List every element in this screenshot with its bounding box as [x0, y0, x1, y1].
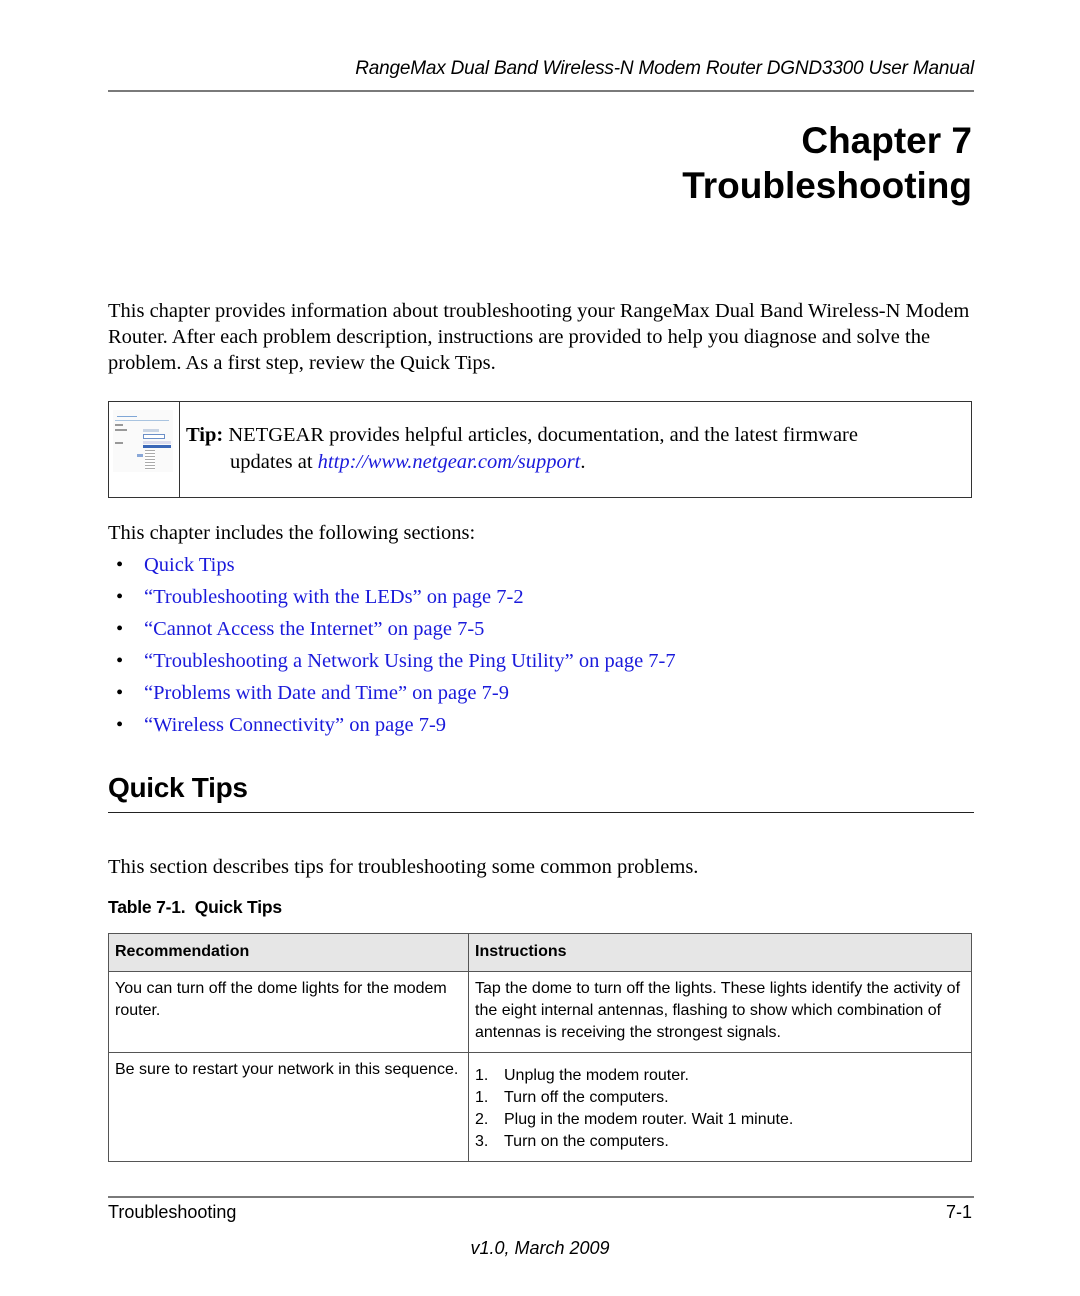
section-heading-quick-tips: Quick Tips	[108, 772, 248, 803]
screenshot-thumbnail-icon	[113, 410, 173, 472]
step-number: 1.	[475, 1089, 489, 1106]
section-link-quick-tips[interactable]: Quick Tips	[144, 552, 235, 584]
header-divider	[108, 90, 974, 92]
section-link-item: • “Troubleshooting with the LEDs” on page…	[108, 584, 676, 616]
support-link[interactable]: http://www.netgear.com/support	[318, 451, 581, 473]
section-link-internet[interactable]: “Cannot Access the Internet” on page 7-5	[144, 616, 484, 648]
step-number: 3.	[475, 1133, 489, 1150]
section-link-date-time[interactable]: “Problems with Date and Time” on page 7-…	[144, 680, 509, 712]
restart-steps-list: 1. Unplug the modem router. 1. Turn off th…	[475, 1065, 965, 1153]
step-item: 1. Unplug the modem router.	[475, 1065, 965, 1087]
tip-text: Tip: NETGEAR provides helpful articles, …	[180, 402, 858, 497]
chapter-number: Chapter 7	[801, 120, 972, 161]
instructions-cell: Tap the dome to turn off the lights. The…	[468, 971, 972, 1053]
section-description: This section describes tips for troubles…	[108, 856, 699, 878]
section-link-ping[interactable]: “Troubleshooting a Network Using the Pin…	[144, 648, 676, 680]
tip-label: Tip:	[186, 424, 224, 446]
column-header-recommendation: Recommendation	[108, 933, 469, 972]
section-link-item: • “Troubleshooting a Network Using the Pi…	[108, 648, 676, 680]
sections-intro: This chapter includes the following sect…	[108, 522, 476, 544]
recommendation-cell: Be sure to restart your network in this …	[108, 1052, 469, 1162]
column-header-instructions: Instructions	[468, 933, 972, 972]
step-text: Plug in the modem router. Wait 1 minute.	[504, 1111, 794, 1128]
footer-section-name: Troubleshooting	[108, 1202, 237, 1222]
quick-tips-table: Recommendation Instructions You can turn…	[108, 933, 972, 1162]
section-link-item: • Quick Tips	[108, 552, 676, 584]
table-row: Be sure to restart your network in this …	[108, 1052, 972, 1162]
step-number: 1.	[475, 1067, 489, 1084]
bullet-icon: •	[116, 714, 124, 736]
step-text: Turn off the computers.	[504, 1089, 669, 1106]
chapter-name: Troubleshooting	[682, 165, 972, 206]
table-row: You can turn off the dome lights for the…	[108, 971, 972, 1053]
section-link-wireless[interactable]: “Wireless Connectivity” on page 7-9	[144, 712, 446, 744]
bullet-icon: •	[116, 586, 124, 608]
tip-callout: Tip: NETGEAR provides helpful articles, …	[108, 401, 972, 498]
step-item: 3. Turn on the computers.	[475, 1131, 965, 1153]
bullet-icon: •	[116, 650, 124, 672]
bullet-icon: •	[116, 554, 124, 576]
footer-version: v1.0, March 2009	[470, 1238, 610, 1258]
instructions-cell: 1. Unplug the modem router. 1. Turn off th…	[468, 1052, 972, 1162]
tip-body: NETGEAR provides helpful articles, docum…	[223, 424, 858, 446]
section-links-list: • Quick Tips • “Troubleshooting with the L…	[108, 552, 676, 744]
footer-page-number: 7-1	[945, 1202, 972, 1222]
tip-line2-prefix: updates at	[230, 451, 318, 473]
bullet-icon: •	[116, 618, 124, 640]
step-item: 2. Plug in the modem router. Wait 1 minut…	[475, 1109, 965, 1131]
table-caption: Table 7-1. Quick Tips	[108, 897, 282, 917]
footer-divider	[108, 1196, 974, 1198]
step-text: Turn on the computers.	[504, 1133, 669, 1150]
step-item: 1. Turn off the computers.	[475, 1087, 965, 1109]
section-link-item: • “Wireless Connectivity” on page 7-9	[108, 712, 676, 744]
step-number: 2.	[475, 1111, 489, 1128]
tip-line2-suffix: .	[580, 451, 586, 473]
chapter-title: Chapter 7 Troubleshooting	[682, 118, 972, 208]
section-link-item: • “Cannot Access the Internet” on page 7-…	[108, 616, 676, 648]
section-link-item: • “Problems with Date and Time” on page 7…	[108, 680, 676, 712]
section-divider	[108, 812, 974, 813]
section-link-leds[interactable]: “Troubleshooting with the LEDs” on page …	[144, 584, 524, 616]
step-text: Unplug the modem router.	[504, 1067, 689, 1084]
table-header-row: Recommendation Instructions	[108, 933, 972, 972]
bullet-icon: •	[116, 682, 124, 704]
recommendation-cell: You can turn off the dome lights for the…	[108, 971, 469, 1053]
tip-thumbnail-cell	[109, 402, 180, 497]
intro-paragraph: This chapter provides information about …	[108, 300, 970, 374]
running-header: RangeMax Dual Band Wireless-N Modem Rout…	[355, 58, 974, 79]
